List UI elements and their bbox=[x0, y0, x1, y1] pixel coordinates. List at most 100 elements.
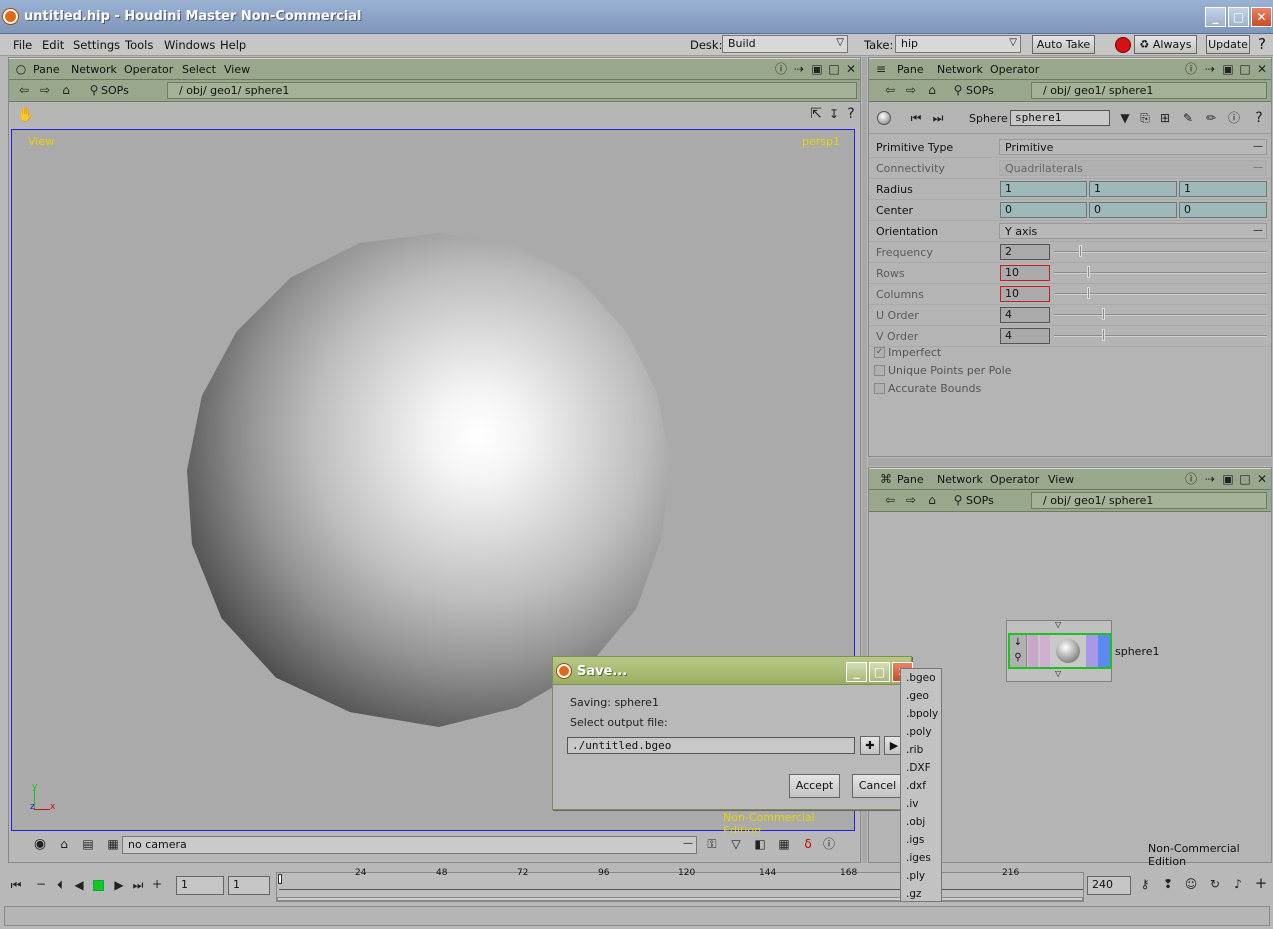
pane-type-icon[interactable]: ○ bbox=[14, 62, 28, 76]
link-icon[interactable]: ⇢ bbox=[1203, 472, 1217, 486]
frame-all-icon[interactable]: ▤ bbox=[81, 837, 95, 851]
rows-field[interactable]: 10 bbox=[1000, 265, 1050, 281]
dialog-minimize-button[interactable]: _ bbox=[846, 662, 867, 682]
network-menu-pane[interactable]: Pane bbox=[897, 473, 924, 486]
menu-settings[interactable]: Settings bbox=[73, 38, 120, 52]
frame-step-field[interactable]: 1 bbox=[228, 876, 270, 895]
grid-icon[interactable]: ▦ bbox=[777, 837, 791, 851]
time-cursor[interactable] bbox=[278, 874, 282, 884]
expand-icon[interactable]: + bbox=[1254, 876, 1268, 891]
next-icon[interactable]: ⏭ bbox=[931, 111, 945, 125]
output-file-field[interactable]: ./untitled.bgeo bbox=[567, 737, 855, 754]
dialog-maximize-button[interactable]: □ bbox=[869, 662, 890, 682]
render-flag[interactable] bbox=[1086, 635, 1098, 667]
loop-icon[interactable]: ↻ bbox=[1208, 877, 1222, 891]
record-icon[interactable] bbox=[1115, 37, 1131, 53]
params-menu-pane[interactable]: Pane bbox=[897, 63, 924, 76]
accept-button[interactable]: Accept bbox=[789, 774, 840, 798]
u-order-slider-knob[interactable] bbox=[1102, 308, 1105, 320]
op-info-icon[interactable]: ⓘ bbox=[1227, 111, 1241, 125]
copy-params-icon[interactable]: ⎘ bbox=[1138, 111, 1152, 125]
forward-arrow-icon[interactable]: ⇨ bbox=[38, 83, 52, 97]
play-reverse-icon[interactable]: ◀ bbox=[72, 878, 86, 892]
menu-tools[interactable]: Tools bbox=[125, 38, 153, 52]
pencil-icon[interactable]: ✏ bbox=[1204, 111, 1218, 125]
back-arrow-icon[interactable]: ⇦ bbox=[17, 83, 31, 97]
frequency-slider-knob[interactable] bbox=[1079, 245, 1082, 257]
close-window-button[interactable]: ✕ bbox=[1251, 7, 1272, 27]
radius-y-field[interactable]: 1 bbox=[1089, 181, 1177, 197]
auto-take-button[interactable]: Auto Take bbox=[1032, 35, 1095, 54]
go-to-end-icon[interactable]: ⏭ bbox=[131, 878, 145, 892]
format-option[interactable]: .iges bbox=[901, 849, 941, 867]
current-frame-field[interactable]: 1 bbox=[176, 876, 224, 895]
edit-icon[interactable]: ✎ bbox=[1181, 111, 1195, 125]
rows-slider[interactable] bbox=[1054, 272, 1267, 274]
maximize-button[interactable]: □ bbox=[1228, 7, 1249, 27]
info-icon[interactable]: ⓘ bbox=[1184, 472, 1198, 486]
hand-tool-icon[interactable]: ✋ bbox=[17, 108, 34, 122]
radius-z-field[interactable]: 1 bbox=[1179, 181, 1267, 197]
view-label[interactable]: View bbox=[28, 135, 54, 148]
split-pane-icon[interactable]: ▣ bbox=[810, 62, 824, 76]
maximize-pane-icon[interactable]: □ bbox=[1238, 62, 1252, 76]
format-option[interactable]: .obj bbox=[901, 813, 941, 831]
close-pane-icon[interactable]: ✕ bbox=[1255, 62, 1269, 76]
template-flag[interactable] bbox=[1028, 635, 1038, 667]
params-menu-network[interactable]: Network bbox=[937, 63, 983, 76]
always-button[interactable]: ♻ Always bbox=[1134, 35, 1197, 54]
lock-camera-icon[interactable]: ⚿ bbox=[705, 837, 719, 851]
format-option[interactable]: .DXF bbox=[901, 759, 941, 777]
accurate-bounds-checkbox[interactable] bbox=[874, 383, 885, 394]
bypass-flag-icon[interactable]: ↓ ⚲ bbox=[1010, 635, 1027, 667]
camera-label[interactable]: persp1 bbox=[802, 135, 840, 148]
link-icon[interactable]: ⇢ bbox=[792, 62, 806, 76]
shading-icon[interactable]: ◧ bbox=[753, 837, 767, 851]
camera-menu-icon[interactable]: ▦ bbox=[106, 837, 120, 851]
orientation-select[interactable]: Y axis — bbox=[999, 223, 1267, 239]
take-select[interactable]: hip ▽ bbox=[895, 35, 1021, 53]
op-name-field[interactable]: sphere1 bbox=[1010, 110, 1110, 126]
timeline-slider[interactable]: 24 48 72 96 120 144 168 192 216 bbox=[276, 868, 1084, 902]
forward-arrow-icon[interactable]: ⇨ bbox=[904, 83, 918, 97]
center-y-field[interactable]: 0 bbox=[1089, 202, 1177, 218]
format-option[interactable]: .iv bbox=[901, 795, 941, 813]
viewer-help-icon[interactable]: ? bbox=[844, 107, 858, 121]
viewer-menu-network[interactable]: Network bbox=[71, 63, 117, 76]
radius-x-field[interactable]: 1 bbox=[1000, 181, 1087, 197]
home-icon[interactable]: ⌂ bbox=[925, 83, 939, 97]
info-icon[interactable]: ⓘ bbox=[1184, 62, 1198, 76]
split-pane-icon[interactable]: ▣ bbox=[1221, 472, 1235, 486]
minimize-button[interactable]: _ bbox=[1205, 7, 1226, 27]
link-icon[interactable]: ⇢ bbox=[1203, 62, 1217, 76]
range-scrollbar[interactable] bbox=[277, 897, 1083, 901]
center-z-field[interactable]: 0 bbox=[1179, 202, 1267, 218]
close-pane-icon[interactable]: ✕ bbox=[1255, 472, 1269, 486]
pane-type-icon[interactable]: ≡ bbox=[874, 62, 888, 76]
center-x-field[interactable]: 0 bbox=[1000, 202, 1087, 218]
format-option[interactable]: .dxf bbox=[901, 777, 941, 795]
menu-edit[interactable]: Edit bbox=[42, 38, 64, 52]
step-forward-icon[interactable]: + bbox=[150, 877, 164, 891]
u-order-slider[interactable] bbox=[1054, 314, 1267, 316]
viewer-menu-pane[interactable]: Pane bbox=[33, 63, 60, 76]
v-order-field[interactable]: 4 bbox=[1000, 328, 1050, 344]
columns-slider-knob[interactable] bbox=[1087, 287, 1090, 299]
primitive-type-select[interactable]: Primitive — bbox=[999, 139, 1267, 155]
cancel-button[interactable]: Cancel bbox=[852, 774, 903, 798]
camera-select[interactable]: no camera — bbox=[122, 836, 697, 854]
columns-slider[interactable] bbox=[1054, 293, 1267, 295]
u-order-field[interactable]: 4 bbox=[1000, 307, 1050, 323]
columns-field[interactable]: 10 bbox=[1000, 286, 1050, 302]
op-help-icon[interactable]: ? bbox=[1252, 111, 1266, 125]
path-field[interactable]: / obj/ geo1/ sphere1 bbox=[167, 82, 857, 99]
horizontal-splitter[interactable] bbox=[868, 458, 1272, 466]
network-menu-operator[interactable]: Operator bbox=[990, 473, 1039, 486]
display-flag[interactable] bbox=[1098, 635, 1110, 667]
user-icon[interactable]: ☺ bbox=[1184, 877, 1198, 891]
key-icon[interactable]: ⚷ bbox=[1138, 877, 1152, 891]
menu-windows[interactable]: Windows bbox=[164, 38, 215, 52]
network-menu-view[interactable]: View bbox=[1048, 473, 1074, 486]
frequency-field[interactable]: 2 bbox=[1000, 244, 1050, 260]
first-frame-icon[interactable]: ⏮ bbox=[909, 111, 923, 125]
